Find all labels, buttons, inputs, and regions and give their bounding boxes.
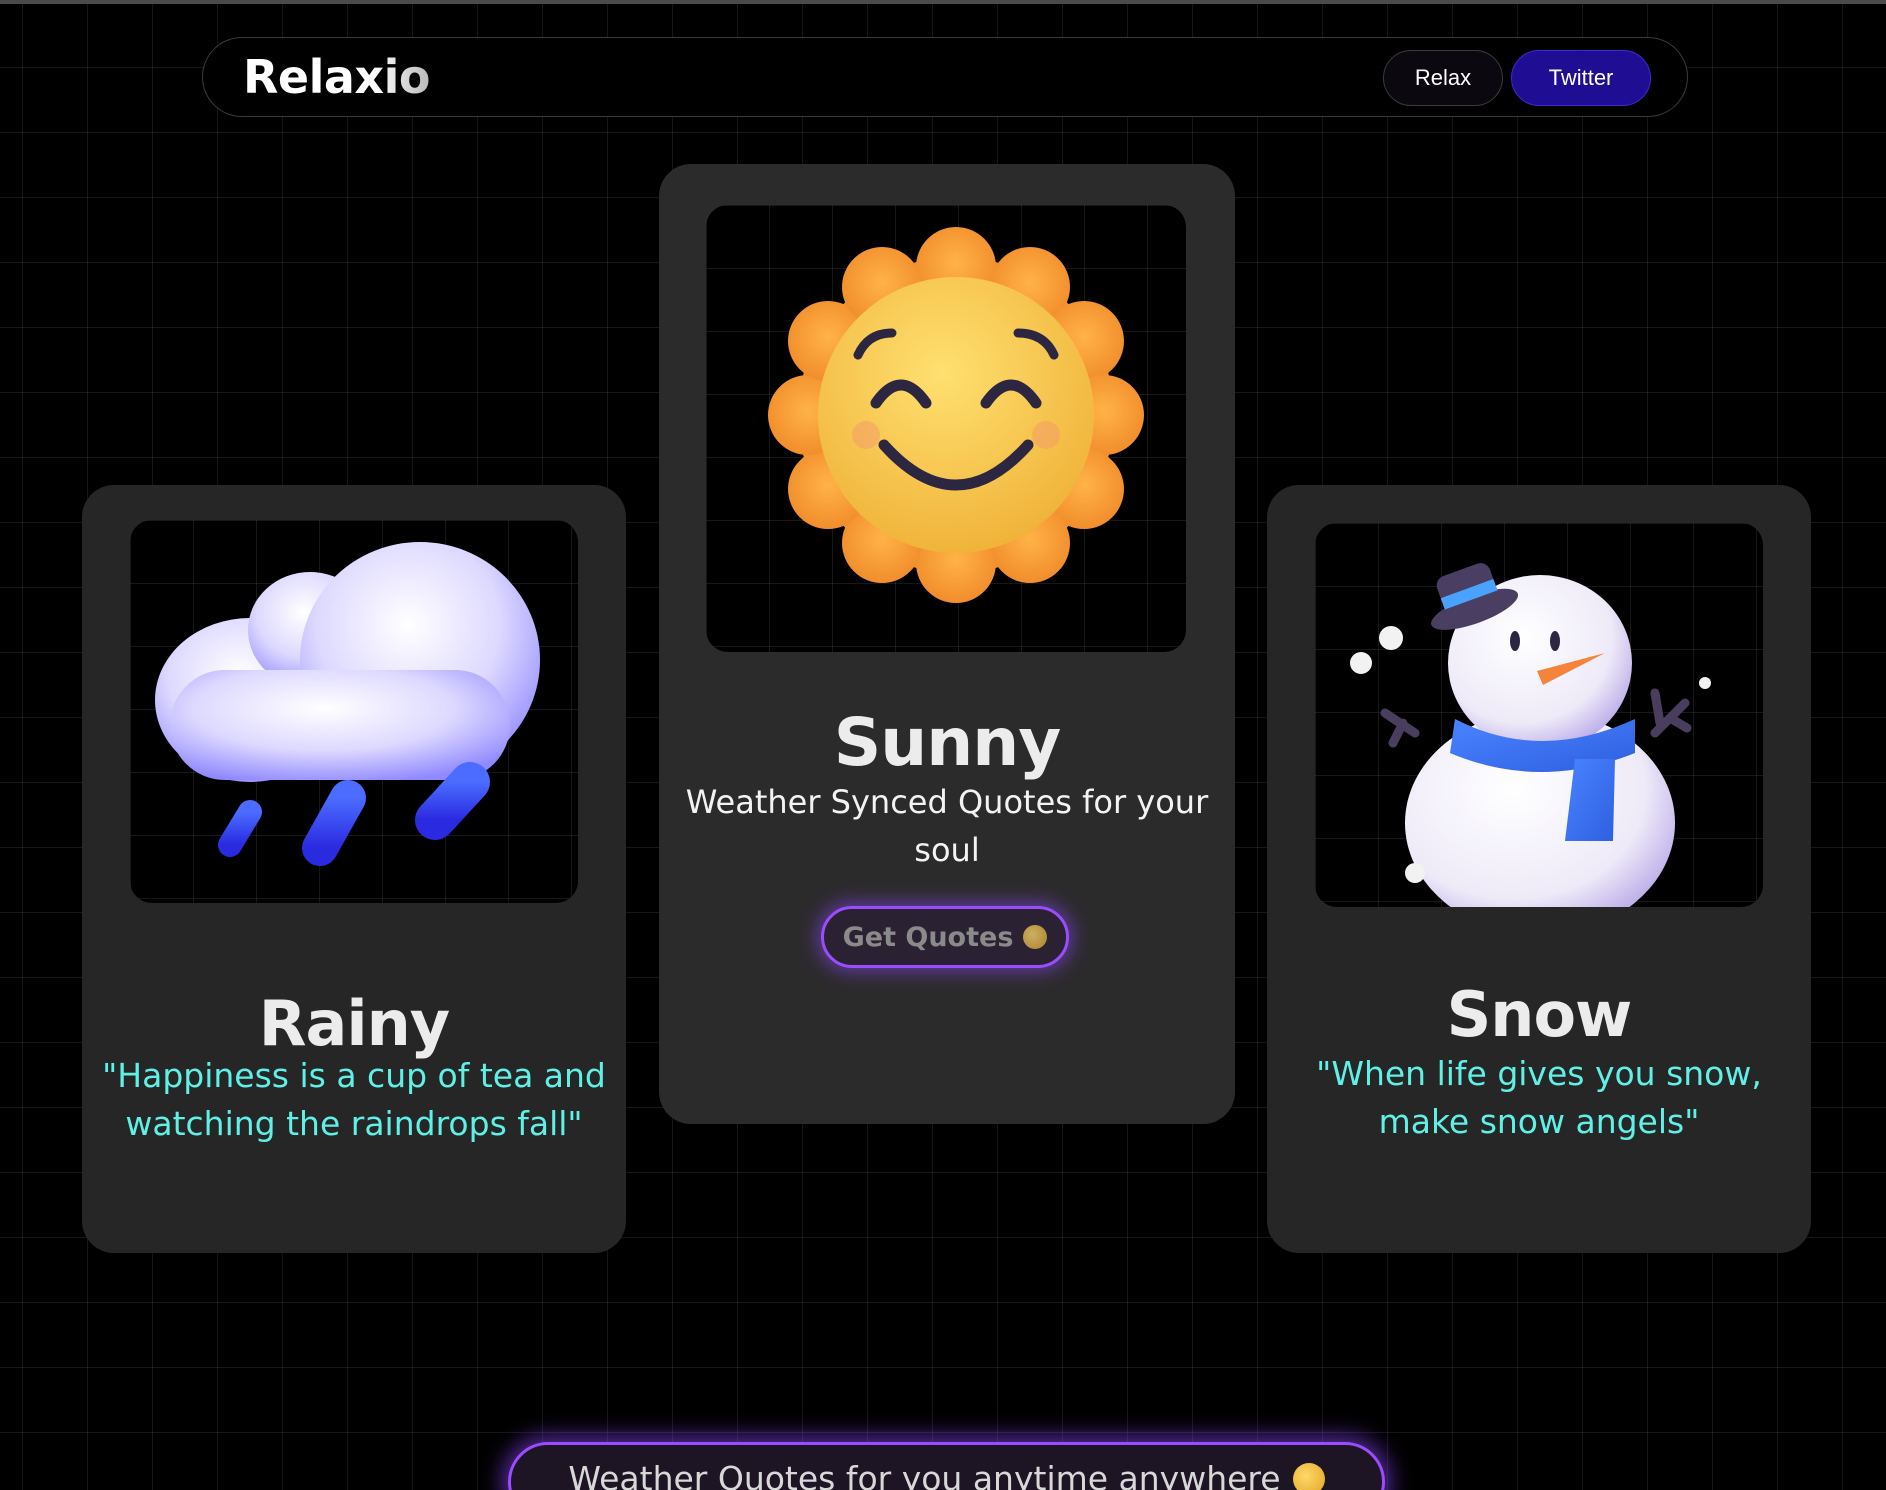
- rain-cloud-image: [130, 520, 578, 903]
- smiling-face-with-halo-icon: [1023, 925, 1048, 949]
- card-title-sunny: Sunny: [833, 704, 1062, 781]
- rain-cloud-icon: [155, 542, 540, 866]
- brand-logo[interactable]: Relaxio: [243, 50, 430, 104]
- card-rainy: Rainy "Happiness is a cup of tea and wat…: [82, 485, 626, 1253]
- weather-quotes-banner[interactable]: Weather Quotes for you anytime anywhere: [508, 1442, 1385, 1490]
- get-quotes-label: Get Quotes: [842, 921, 1014, 953]
- card-title-snow: Snow: [1446, 978, 1633, 1051]
- window-top-border: [0, 0, 1886, 4]
- sunny-subtitle: Weather Synced Quotes for your soul: [685, 783, 1209, 869]
- get-quotes-button[interactable]: Get Quotes: [821, 906, 1069, 968]
- smiling-face-with-halo-icon: [1292, 1463, 1325, 1490]
- page: Relaxio Relax Twitter Rainy "Happiness i…: [0, 0, 1886, 1490]
- card-snow: Snow "When life gives you snow, make sno…: [1267, 485, 1811, 1253]
- twitter-button[interactable]: Twitter: [1511, 50, 1651, 106]
- card-title-rainy: Rainy: [258, 987, 450, 1060]
- snow-quote: "When life gives you snow, make snow ang…: [1316, 1054, 1762, 1141]
- card-sunny: Sunny Weather Synced Quotes for your sou…: [659, 164, 1235, 1124]
- navbar: Relaxio Relax Twitter: [202, 37, 1688, 117]
- sun-image: [706, 205, 1186, 652]
- smiling-sun-icon: [768, 227, 1144, 603]
- banner-text: Weather Quotes for you anytime anywhere: [568, 1459, 1281, 1490]
- relax-button[interactable]: Relax: [1383, 50, 1503, 106]
- snowman-image: [1315, 523, 1763, 907]
- snowman-icon: [1350, 563, 1711, 907]
- rainy-quote: "Happiness is a cup of tea and watching …: [102, 1056, 606, 1143]
